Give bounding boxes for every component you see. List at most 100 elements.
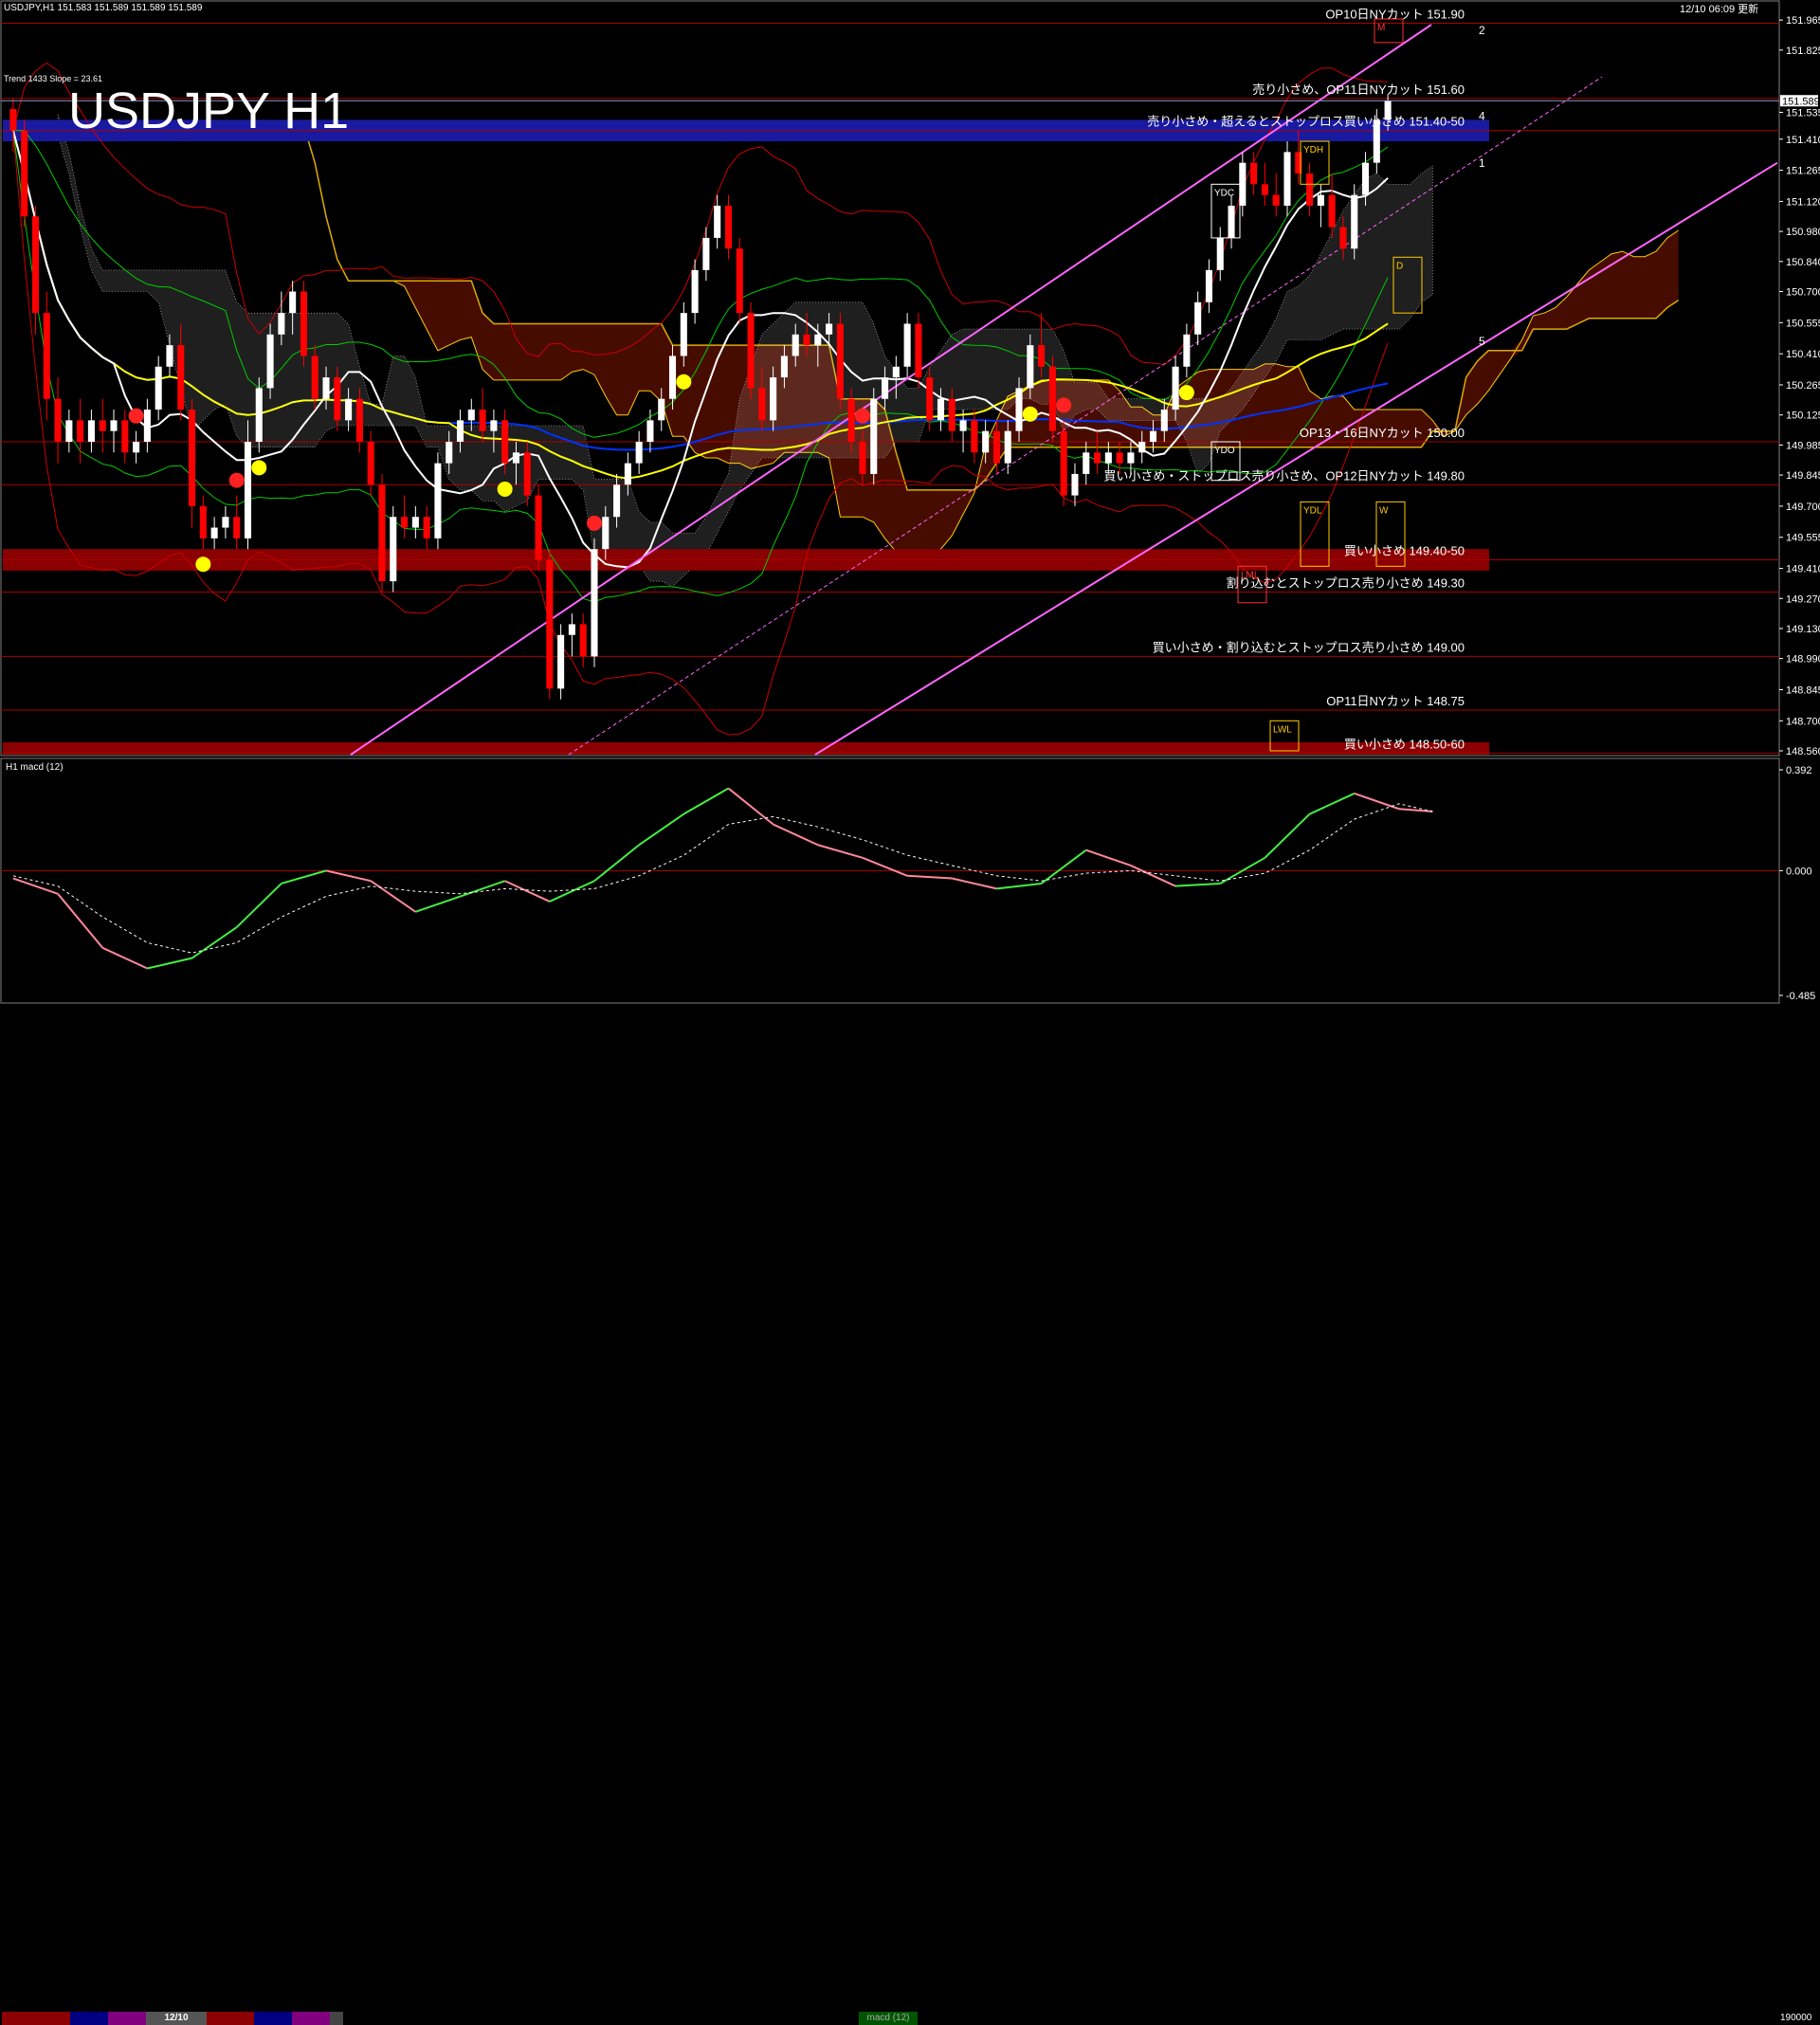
candle-body [423, 517, 430, 538]
candle-body [859, 441, 866, 474]
level-label-l9: 買い小さめ 148.50-60 [1344, 737, 1465, 751]
projection-label: 2 [1479, 24, 1485, 37]
timeline-seg-2 [70, 2012, 108, 2025]
price-tick-label: 151.120 [1786, 196, 1820, 208]
candle-body [691, 269, 699, 314]
candle-body [658, 398, 665, 421]
candle-body [1317, 194, 1324, 206]
candle-body [233, 517, 241, 538]
price-tick-label: 150.700 [1786, 287, 1820, 299]
candle-body [244, 441, 252, 538]
candle-body [982, 430, 990, 453]
candle-body [289, 291, 297, 314]
candle [915, 313, 922, 389]
candle-body [1060, 430, 1067, 496]
level-label-l8: OP11日NYカット 148.75 [1326, 694, 1465, 708]
candle-body [9, 109, 17, 131]
candle-body [199, 505, 207, 538]
candle-body [803, 334, 810, 346]
timeline-seg-6 [292, 2012, 330, 2025]
level-label-l6: 割り込むとストップロス売り小さめ 149.30 [1227, 575, 1465, 590]
timeline-seg-7 [330, 2012, 343, 2025]
candle-body [121, 420, 129, 453]
candle-body [1272, 194, 1280, 206]
box-label-ydo: YDO [1214, 446, 1235, 456]
candle-body [1261, 184, 1268, 195]
candle [378, 473, 386, 593]
candle-body [915, 323, 922, 378]
candle-body [177, 345, 185, 410]
candle-body [456, 420, 464, 442]
price-tick-label: 149.985 [1786, 440, 1820, 451]
candle-body [266, 334, 274, 389]
candle [546, 549, 554, 700]
price-tick-label: 149.270 [1786, 593, 1820, 605]
candle-body [836, 323, 844, 399]
projection-label: 4 [1479, 109, 1485, 122]
candle-body [54, 398, 62, 442]
candle-body [1038, 345, 1046, 367]
candle-body [770, 377, 777, 421]
price-tick-label: 150.410 [1786, 349, 1820, 360]
buy-signal-marker [251, 460, 267, 476]
candle-body [300, 291, 307, 356]
candle-body [780, 356, 788, 378]
candle [266, 323, 274, 399]
buy-signal-marker [195, 556, 211, 573]
timeline-date[interactable]: 12/10 [146, 2012, 207, 2025]
candle [870, 388, 878, 485]
candle-body [847, 398, 855, 442]
candle [557, 624, 565, 700]
candle-body [646, 420, 654, 442]
candle [535, 484, 542, 571]
candle-body [278, 313, 285, 335]
candle-body [814, 334, 822, 346]
candle-body [189, 410, 196, 506]
level-label-l3: OP13・16日NYカット 150.00 [1300, 426, 1465, 440]
candle-body [668, 356, 677, 399]
candle-body [143, 410, 151, 442]
symbol-header: USDJPY,H1 151.583 151.589 151.589 151.58… [4, 3, 203, 13]
timeline-seg-3 [108, 2012, 146, 2025]
candle-body [1138, 441, 1146, 453]
level-label-l1: 売り小さめ、OP11日NYカット 151.60 [1252, 82, 1465, 97]
candle-body [1328, 194, 1336, 228]
candle [1351, 184, 1358, 260]
candle-body [1071, 473, 1079, 496]
price-tick-label: 151.825 [1786, 46, 1820, 57]
price-tick-label: 150.265 [1786, 380, 1820, 392]
level-label-l2: 売り小さめ・超えるとストップロス買い小さめ 151.40-50 [1147, 115, 1465, 129]
sell-signal-marker [128, 408, 144, 424]
candle-body [367, 441, 374, 485]
candle-body [166, 345, 173, 367]
candle-body [1306, 173, 1314, 206]
projection-label: 5 [1479, 335, 1485, 348]
candle-body [613, 484, 621, 518]
candle-body [992, 430, 1000, 464]
buy-signal-marker [497, 481, 513, 497]
candle-body [1160, 410, 1168, 431]
candle [21, 119, 28, 228]
candle-body [1205, 269, 1212, 302]
candle-body [903, 323, 911, 367]
level-label-l5: 買い小さめ 149.40-50 [1344, 544, 1465, 558]
candle-body [222, 517, 229, 528]
indicator-tab[interactable]: macd (12) [859, 2012, 918, 2025]
candle-body [724, 205, 733, 249]
candle-body [110, 420, 118, 431]
box-label-ydl: YDL [1303, 505, 1322, 516]
candle-body [882, 377, 889, 399]
candle-body [1015, 388, 1023, 431]
candle-body [43, 313, 50, 399]
candle-body [591, 549, 598, 657]
price-tick-label: 151.965 [1786, 15, 1820, 27]
candle-body [334, 377, 341, 421]
candle [1048, 356, 1056, 442]
timeline-bar[interactable]: 12/10 macd (12) 190000 [0, 1005, 1820, 2025]
current-price-tag-label: 151.589 [1782, 96, 1820, 107]
candle-body [1194, 301, 1202, 335]
candle-body [467, 410, 475, 421]
price-tick-label: 150.555 [1786, 318, 1820, 329]
sell-signal-marker [854, 408, 870, 424]
price-tick-label: 150.840 [1786, 257, 1820, 268]
